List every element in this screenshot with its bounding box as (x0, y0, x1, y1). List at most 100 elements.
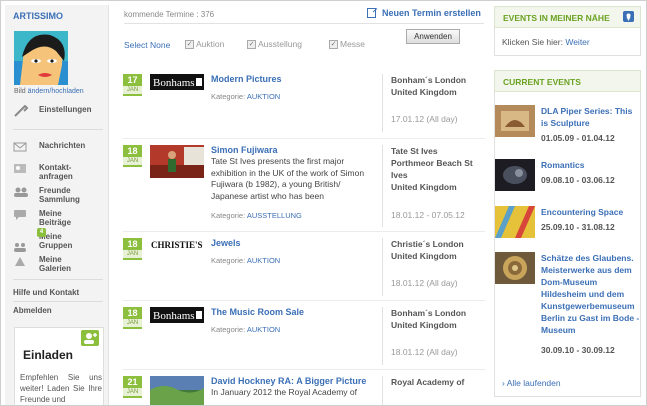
current-event-title[interactable]: DLA Piper Series: This is Sculpture (541, 105, 641, 129)
friends-icon (14, 187, 28, 197)
groups-count-badge: 4 (37, 228, 46, 237)
event-category: Kategorie: AUKTION (211, 325, 281, 334)
bonhams-logo[interactable]: Bonhams (150, 74, 204, 90)
menu-divider (13, 129, 103, 130)
avatar-caption: Bild ändern/hochladen (14, 88, 84, 95)
event-dates: 18.01.12 (All day) (391, 278, 458, 288)
event-title[interactable]: The Music Room Sale (211, 307, 304, 317)
event-dates: 18.01.12 - 07.05.12 (391, 210, 465, 220)
nearby-more-link[interactable]: Weiter (565, 37, 589, 47)
menu-divider (13, 279, 103, 280)
event-dates: 18.01.12 (All day) (391, 347, 458, 357)
groups-icon (14, 243, 26, 252)
event-row: 18 JAN Simon Fujiwara Tate St Ives prese… (119, 145, 489, 227)
event-description: Tate St Ives presents the first major ex… (211, 156, 365, 201)
date-badge: 21 JAN (123, 376, 142, 398)
current-event-dates: 30.09.10 - 30.09.12 (541, 345, 615, 355)
select-none-link[interactable]: Select None (124, 40, 170, 50)
svg-text:Bonhams: Bonhams (153, 310, 195, 322)
filter-ausstellung[interactable]: ✓ Ausstellung (247, 39, 302, 49)
current-event-thumbnail[interactable] (495, 159, 535, 191)
event-location: Tate St Ives Porthmeor Beach St Ives Uni… (391, 146, 473, 192)
menu-item-galleries[interactable]: Meine Galerien (13, 255, 107, 273)
invite-text: Empfehlen Sie uns weiter! Laden Sie Ihre… (20, 373, 102, 404)
change-avatar-link[interactable]: ändern/hochladen (28, 88, 84, 95)
all-running-link[interactable]: › Alle laufenden (502, 378, 561, 388)
comments-icon (14, 210, 26, 220)
event-category: Kategorie: AUKTION (211, 92, 281, 101)
sidebar: ARTISSIMO Bild ändern/hochladen Einstell… (5, 5, 109, 405)
upcoming-count: kommende Termine : 376 (124, 10, 215, 19)
row-divider (123, 300, 485, 301)
event-title[interactable]: Simon Fujiwara (211, 145, 278, 155)
event-location: Bonham´s London United Kingdom (391, 75, 467, 97)
menu-divider (13, 301, 103, 302)
envelope-icon (13, 142, 27, 152)
christies-logo[interactable]: CHRISTIE'S (150, 238, 204, 252)
apply-button[interactable]: Anwenden (406, 29, 460, 44)
event-title[interactable]: David Hockney RA: A Bigger Picture (211, 376, 366, 386)
divider (124, 23, 484, 24)
current-event-title[interactable]: Schätze des Glaubens. Meisterwerke aus d… (541, 252, 641, 336)
event-row: 18 JAN CHRISTIE'S Jewels Kategorie: AUKT… (119, 238, 489, 296)
invite-title: Einladen (23, 348, 74, 362)
add-user-icon[interactable] (81, 330, 99, 346)
current-events-header: CURRENT EVENTS (494, 70, 641, 92)
row-divider (123, 138, 485, 139)
invite-box: Einladen Empfehlen Sie uns weiter! Laden… (14, 327, 104, 405)
event-dates: 17.01.12 (All day) (391, 114, 458, 124)
events-list-panel: kommende Termine : 376 Neuen Termin erst… (119, 1, 489, 405)
current-event-dates: 09.08.10 - 03.06.12 (541, 175, 615, 185)
filter-auktion[interactable]: ✓ Auktion (185, 39, 224, 49)
checkbox[interactable]: ✓ (329, 39, 338, 49)
current-event-title[interactable]: Encountering Space (541, 206, 641, 218)
event-title[interactable]: Modern Pictures (211, 74, 282, 84)
date-badge: 18 JAN (123, 145, 142, 167)
right-panel: EVENTS IN MEINER NÄHE Klicken Sie hier: … (494, 1, 641, 405)
username[interactable]: ARTISSIMO (13, 11, 63, 21)
nearby-events-header: EVENTS IN MEINER NÄHE (494, 6, 641, 28)
page: ARTISSIMO Bild ändern/hochladen Einstell… (0, 0, 647, 406)
event-row: 17 JAN Bonhams Modern Pictures Kategorie… (119, 74, 489, 132)
filter-messe[interactable]: ✓ Messe (329, 39, 365, 49)
event-thumbnail[interactable] (150, 145, 204, 178)
menu-item-settings[interactable]: Einstellungen (13, 105, 107, 117)
nearby-prompt: Klicken Sie hier: Weiter (502, 37, 590, 47)
svg-text:Bonhams: Bonhams (153, 77, 195, 89)
row-divider (123, 231, 485, 232)
event-location: Royal Academy of (391, 377, 465, 387)
gallery-icon (15, 257, 25, 266)
menu-item-friends[interactable]: Freunde Sammlung (13, 186, 107, 204)
menu-item-groups[interactable]: 4 Meine Gruppen (13, 228, 107, 252)
current-event-thumbnail[interactable] (495, 105, 535, 137)
avatar[interactable] (14, 31, 68, 85)
current-event-thumbnail[interactable] (495, 206, 535, 238)
checkbox[interactable]: ✓ (247, 39, 256, 49)
event-title[interactable]: Jewels (211, 238, 241, 248)
column-divider (382, 376, 383, 405)
event-location: Christie´s London United Kingdom (391, 239, 464, 261)
current-event-thumbnail[interactable] (495, 252, 535, 284)
menu-item-messages[interactable]: Nachrichten (13, 141, 107, 153)
checkbox[interactable]: ✓ (185, 39, 194, 49)
column-divider (382, 74, 383, 132)
wrench-icon (14, 105, 29, 117)
current-event-dates: 25.09.10 - 31.08.12 (541, 222, 615, 232)
help-contact-link[interactable]: Hilfe und Kontakt (13, 288, 79, 297)
current-event-title[interactable]: Romantics (541, 159, 641, 171)
new-event-button[interactable]: Neuen Termin erstellen (367, 8, 481, 18)
column-divider (382, 145, 383, 227)
new-document-icon (367, 8, 378, 18)
logout-link[interactable]: Abmelden (13, 306, 52, 315)
menu-item-contact-requests[interactable]: Kontakt- anfragen (13, 163, 107, 181)
bonhams-logo[interactable]: Bonhams (150, 307, 204, 323)
event-thumbnail[interactable] (150, 376, 204, 405)
event-description: In January 2012 the Royal Academy of (211, 387, 358, 397)
contact-request-icon (14, 164, 26, 173)
current-event-dates: 01.05.09 - 01.04.12 (541, 133, 615, 143)
location-icon[interactable] (623, 11, 634, 22)
column-divider (382, 307, 383, 365)
event-category: Kategorie: AUKTION (211, 256, 281, 265)
menu-item-posts[interactable]: Meine Beiträge (13, 209, 107, 227)
date-badge: 18 JAN (123, 238, 142, 260)
